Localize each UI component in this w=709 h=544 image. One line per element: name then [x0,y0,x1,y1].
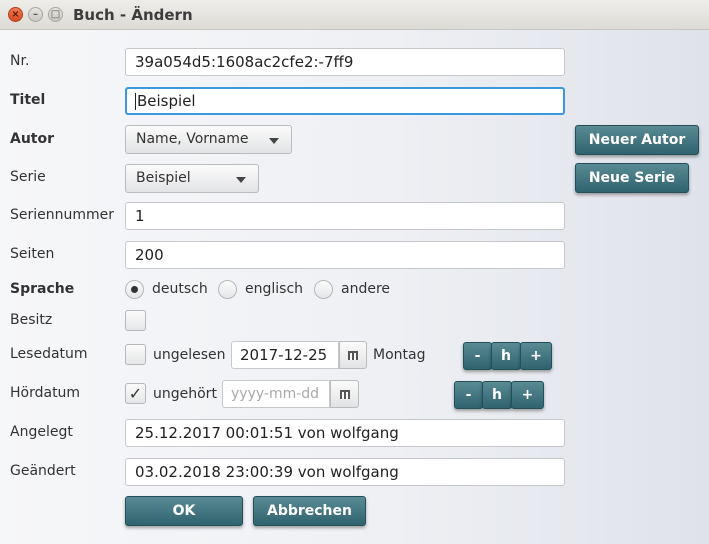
titel-field[interactable]: Beispiel [125,87,565,115]
radio-deutsch[interactable] [125,280,144,299]
radio-andere[interactable] [314,280,333,299]
lesedatum-calendar-button[interactable] [339,341,367,369]
seriennummer-label: Seriennummer [10,207,115,223]
angelegt-label: Angelegt [10,424,73,440]
calendar-icon [339,389,350,399]
hoerdatum-minus-button[interactable]: - [454,381,483,409]
chevron-down-icon [269,138,279,144]
minimize-icon: – [33,8,38,20]
nr-label: Nr. [10,53,30,69]
nr-field[interactable]: 39a054d5:1608ac2cfe2:-7ff9 [125,48,565,76]
hoerdatum-plus-button[interactable]: + [511,381,544,409]
ok-button[interactable]: OK [125,496,243,526]
serie-label: Serie [10,169,46,185]
radio-andere-label: andere [341,281,391,297]
seiten-field[interactable]: 200 [125,241,565,269]
besitz-checkbox[interactable] [125,310,146,331]
ungehoert-label: ungehört [153,386,217,402]
autor-combobox[interactable]: Name, Vorname [125,125,292,154]
lesedatum-heute-button[interactable]: h [491,342,521,370]
serie-combobox[interactable]: Beispiel [125,164,259,193]
lesedatum-plus-button[interactable]: + [520,342,552,370]
besitz-label: Besitz [10,312,53,328]
autor-label: Autor [10,131,55,147]
hoerdatum-calendar-button[interactable] [330,380,359,408]
serie-selected: Beispiel [136,170,191,186]
geaendert-label: Geändert [10,463,76,479]
lesedatum-picker: 2017-12-25 [231,341,367,369]
titel-value: Beispiel [137,92,196,110]
lesedatum-weekday: Montag [373,347,426,363]
lesedatum-minus-button[interactable]: - [463,342,492,370]
maximize-icon: □ [50,8,61,20]
autor-selected: Name, Vorname [136,131,249,147]
minimize-window-button[interactable]: – [28,7,43,22]
window-titlebar: × – □ Buch - Ändern [0,0,709,30]
lesedatum-input[interactable]: 2017-12-25 [231,341,339,369]
calendar-icon [348,350,358,360]
radio-englisch-label: englisch [245,281,304,297]
hoerdatum-input[interactable]: yyyy-mm-dd [222,380,330,408]
seiten-label: Seiten [10,246,55,262]
titel-label: Titel [10,92,46,108]
lesedatum-label: Lesedatum [10,346,88,362]
maximize-window-button[interactable]: □ [48,7,63,22]
radio-englisch[interactable] [218,280,237,299]
sprache-label: Sprache [10,281,75,297]
dialog-content: Nr. 39a054d5:1608ac2cfe2:-7ff9 Titel Bei… [0,30,709,544]
neuer-autor-button[interactable]: Neuer Autor [575,125,699,155]
hoerdatum-heute-button[interactable]: h [482,381,512,409]
cancel-button[interactable]: Abbrechen [253,496,366,526]
text-caret [135,93,136,110]
radio-deutsch-label: deutsch [152,281,208,297]
neue-serie-button[interactable]: Neue Serie [575,163,689,193]
ungelesen-checkbox[interactable] [125,344,146,365]
window-title: Buch - Ändern [73,6,193,24]
close-icon: × [11,8,20,20]
ungelesen-label: ungelesen [153,347,226,363]
angelegt-field[interactable]: 25.12.2017 00:01:51 von wolfgang [125,419,565,447]
hoerdatum-label: Hördatum [10,385,81,401]
geaendert-field[interactable]: 03.02.2018 23:00:39 von wolfgang [125,458,565,486]
ungehoert-checkbox[interactable]: ✓ [125,383,146,404]
hoerdatum-picker: yyyy-mm-dd [222,380,359,408]
chevron-down-icon [236,177,246,183]
seriennummer-field[interactable]: 1 [125,202,565,230]
close-window-button[interactable]: × [8,7,23,22]
checkmark-icon: ✓ [128,384,143,403]
